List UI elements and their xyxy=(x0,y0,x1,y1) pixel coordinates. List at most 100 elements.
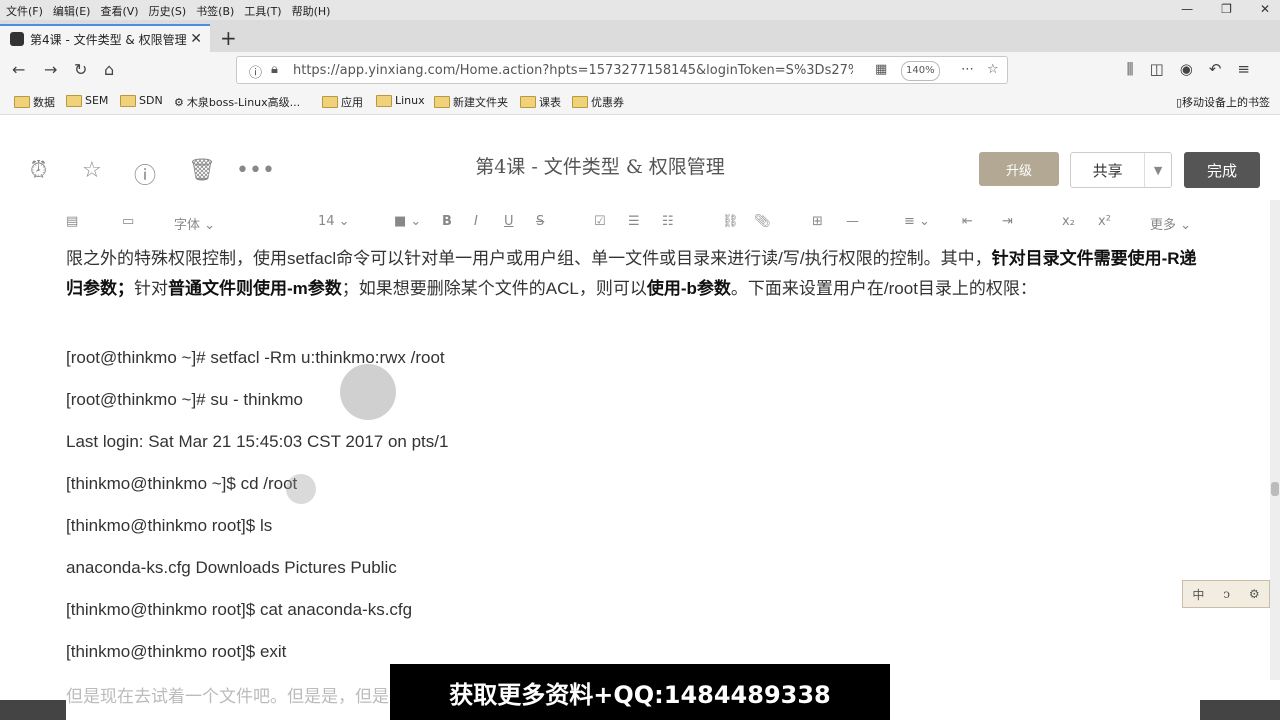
close-window-button[interactable]: ✕ xyxy=(1260,2,1270,16)
page-actions-icon[interactable]: ⋯ xyxy=(961,62,974,77)
bookmark-label: Linux xyxy=(395,94,425,107)
command-line: [root@thinkmo ~]# su - thinkmo xyxy=(66,390,303,409)
bookmark-folder[interactable]: 数据 xyxy=(14,94,55,110)
bookmark-folder[interactable]: SEM xyxy=(66,94,108,107)
more-format-button[interactable]: 更多 ⌄ xyxy=(1150,214,1191,233)
qr-icon[interactable]: ▦ xyxy=(875,62,887,77)
info-icon[interactable]: ⓘ xyxy=(134,158,156,190)
forward-icon[interactable]: → xyxy=(44,60,57,79)
more-options-icon[interactable]: ••• xyxy=(236,158,275,183)
highlight-icon[interactable]: ▤ xyxy=(66,214,78,229)
trash-icon[interactable]: 🗑︎ xyxy=(188,158,216,183)
attachment-icon[interactable]: 📎︎ xyxy=(754,214,771,229)
horizontal-rule-icon[interactable]: — xyxy=(846,214,859,229)
ime-moon-icon[interactable]: ↄ xyxy=(1223,587,1230,601)
menu-tools[interactable]: 工具(T) xyxy=(244,3,281,19)
bookmark-star-icon[interactable]: ☆ xyxy=(987,62,999,77)
maximize-button[interactable]: ❐ xyxy=(1221,2,1232,16)
reload-icon[interactable]: ↻ xyxy=(74,60,87,79)
url-bar[interactable]: ⓘ 🔒︎ https://app.yinxiang.com/Home.actio… xyxy=(236,56,1008,84)
sidebar-icon[interactable]: ◫ xyxy=(1150,60,1164,78)
font-size-label: 14 xyxy=(318,214,335,229)
evernote-favicon-icon xyxy=(10,32,24,46)
bookmark-folder[interactable]: 优惠券 xyxy=(572,94,624,110)
menu-history[interactable]: 历史(S) xyxy=(149,3,187,19)
indent-icon[interactable]: ⇥ xyxy=(1002,214,1013,229)
ime-settings-icon[interactable]: ⚙ xyxy=(1249,587,1260,601)
font-size-select[interactable]: 14 ⌄ xyxy=(318,214,350,229)
ime-toolbar[interactable]: 中 ↄ ⚙ xyxy=(1182,580,1270,608)
lock-icon: 🔒︎ xyxy=(271,62,278,77)
table-icon[interactable]: ⊞ xyxy=(812,214,823,229)
note-title[interactable]: 第4课 - 文件类型 & 权限管理 xyxy=(300,152,900,179)
done-button[interactable]: 完成 xyxy=(1184,152,1260,188)
bookmark-folder[interactable]: 课表 xyxy=(520,94,561,110)
menu-view[interactable]: 查看(V) xyxy=(100,3,138,19)
share-button[interactable]: 共享 ▼ xyxy=(1070,152,1172,188)
numbered-list-icon[interactable]: ☷ xyxy=(662,214,674,229)
new-tab-button[interactable]: + xyxy=(220,26,237,50)
hamburger-menu-icon[interactable]: ≡ xyxy=(1237,60,1250,78)
zoom-level[interactable]: 140% xyxy=(901,61,940,81)
upgrade-button[interactable]: 升级 xyxy=(979,152,1059,186)
folder-icon xyxy=(572,96,588,108)
bookmark-folder[interactable]: Linux xyxy=(376,94,425,107)
scrollbar[interactable] xyxy=(1270,200,1280,680)
bullet-list-icon[interactable]: ☰ xyxy=(628,214,640,229)
info-icon[interactable]: ⓘ xyxy=(249,62,262,81)
mouse-trail-highlight xyxy=(286,474,316,504)
bookmark-label: 新建文件夹 xyxy=(453,96,508,109)
superscript-icon[interactable]: x² xyxy=(1098,214,1111,229)
url-text[interactable]: https://app.yinxiang.com/Home.action?hpt… xyxy=(293,63,853,78)
tab-note[interactable]: 第4课 - 文件类型 & 权限管理 ✕ xyxy=(0,24,210,52)
note-body[interactable]: 限之外的特殊权限控制，使用setfacl命令可以针对单一用户或用户组、单一文件或… xyxy=(66,244,1206,661)
bookmark-link[interactable]: ⚙ 木泉boss-Linux高级... xyxy=(174,94,300,110)
bookmark-folder[interactable]: SDN xyxy=(120,94,163,107)
align-icon[interactable]: ≡ ⌄ xyxy=(904,214,930,229)
command-line: Last login: Sat Mar 21 15:45:03 CST 2017… xyxy=(66,432,449,451)
text-run: 。下面来设置用户在/root目录上的权限： xyxy=(730,279,1037,298)
home-icon[interactable]: ⌂ xyxy=(104,60,114,79)
ime-chinese-icon[interactable]: 中 xyxy=(1192,586,1204,603)
menu-help[interactable]: 帮助(H) xyxy=(292,3,331,19)
tab-bar: 第4课 - 文件类型 & 权限管理 ✕ + xyxy=(0,20,1280,52)
minimize-button[interactable]: — xyxy=(1181,2,1193,16)
scrollbar-thumb[interactable] xyxy=(1271,482,1279,496)
chevron-down-icon[interactable]: ▼ xyxy=(1144,153,1171,187)
folder-icon xyxy=(66,94,82,107)
bookmark-folder[interactable]: 应用 xyxy=(322,94,363,110)
text-color-icon[interactable]: ■ ⌄ xyxy=(394,214,421,229)
back-icon[interactable]: ← xyxy=(12,60,25,79)
folder-icon xyxy=(120,94,136,107)
menu-edit[interactable]: 编辑(E) xyxy=(53,3,91,19)
bold-run: 使用-b参数 xyxy=(646,279,731,298)
bookmark-label: 数据 xyxy=(33,96,55,109)
command-line: anaconda-ks.cfg Downloads Pictures Publi… xyxy=(66,558,397,577)
command-line: [thinkmo@thinkmo root]$ ls xyxy=(66,516,273,535)
menu-file[interactable]: 文件(F) xyxy=(6,3,43,19)
underline-icon[interactable]: U xyxy=(504,214,514,229)
reminder-alarm-icon[interactable]: ⏰︎ xyxy=(30,158,47,183)
menu-bookmarks[interactable]: 书签(B) xyxy=(196,3,234,19)
subscript-icon[interactable]: x₂ xyxy=(1062,214,1075,229)
account-icon[interactable]: ◉ xyxy=(1180,60,1193,78)
mobile-bookmarks[interactable]: ▯移动设备上的书签 xyxy=(1176,94,1270,110)
bookmark-folder[interactable]: 新建文件夹 xyxy=(434,94,508,110)
link-icon[interactable]: ⛓︎ xyxy=(722,214,739,229)
font-label: 字体 xyxy=(174,218,201,233)
bookmark-label: 课表 xyxy=(539,96,561,109)
undo-close-icon[interactable]: ↶ xyxy=(1209,60,1222,78)
outdent-icon[interactable]: ⇤ xyxy=(962,214,973,229)
italic-icon[interactable]: I xyxy=(474,214,478,229)
checkbox-icon[interactable]: ☑ xyxy=(594,214,606,229)
bold-icon[interactable]: B xyxy=(442,214,452,229)
font-select[interactable]: 字体 ⌄ xyxy=(174,214,215,233)
format-toolbar: ▤ ▭ 字体 ⌄ 14 ⌄ ■ ⌄ B I U S ☑ ☰ ☷ ⛓︎ 📎︎ ⊞ … xyxy=(0,208,1280,238)
tab-close-icon[interactable]: ✕ xyxy=(190,31,202,47)
video-bottom-bar xyxy=(1200,700,1280,720)
strikethrough-icon[interactable]: S xyxy=(536,214,544,229)
command-line: [thinkmo@thinkmo root]$ exit xyxy=(66,642,287,661)
lock-icon[interactable]: ▭ xyxy=(122,214,134,229)
shortcut-star-icon[interactable]: ☆ xyxy=(82,158,102,183)
library-icon[interactable]: ⫼ xyxy=(1127,60,1134,78)
